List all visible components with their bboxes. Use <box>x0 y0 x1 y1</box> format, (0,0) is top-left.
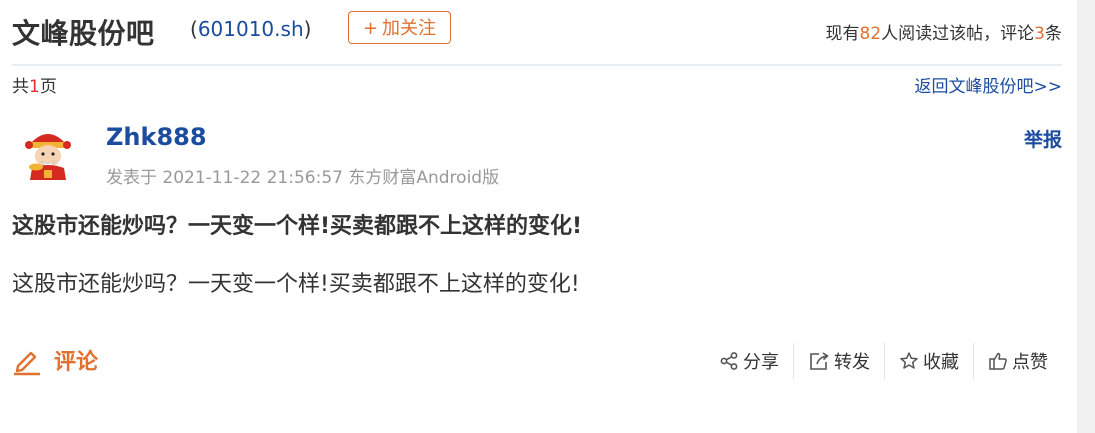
follow-button[interactable]: + 加关注 <box>348 11 451 44</box>
stats-suffix: 条 <box>1045 24 1062 44</box>
post-title: 这股市还能炒吗？一天变一个样!买卖都跟不上这样的变化! <box>12 214 583 239</box>
stats-prefix: 现有 <box>825 24 860 44</box>
comment-label: 评论 <box>54 350 99 375</box>
read-stats: 现有82人阅读过该帖，评论3条 <box>826 19 1062 44</box>
pages-suffix: 页 <box>39 77 57 97</box>
stock-code-value[interactable]: 601010.sh <box>198 17 304 41</box>
forward-icon <box>810 352 829 370</box>
report-button[interactable]: 举报 <box>1024 125 1062 152</box>
page-scrollbar[interactable] <box>1077 0 1095 433</box>
forward-label: 转发 <box>834 352 870 373</box>
page-count-info: 共1页 <box>12 72 57 97</box>
code-open-paren: ( <box>190 17 198 41</box>
stats-mid: 人阅读过该帖，评论 <box>881 24 1035 44</box>
share-icon <box>720 352 738 370</box>
plus-icon: + <box>362 18 379 39</box>
forward-button[interactable]: 转发 <box>793 343 884 379</box>
post-body: 这股市还能炒吗？一天变一个样!买卖都跟不上这样的变化! <box>12 272 580 297</box>
post-meta: 发表于 2021-11-22 21:56:57 东方财富Android版 <box>106 168 500 188</box>
code-close-paren: ) <box>303 17 312 41</box>
bar-title[interactable]: 文峰股份吧 <box>12 12 155 52</box>
favorite-button[interactable]: 收藏 <box>884 343 973 379</box>
page-count: 1 <box>29 77 40 97</box>
like-label: 点赞 <box>1012 352 1048 373</box>
post-actions: 分享 转发 收藏 点赞 <box>705 343 1062 379</box>
star-icon <box>900 352 918 369</box>
pages-prefix: 共 <box>12 77 29 97</box>
read-count: 82 <box>859 24 882 44</box>
back-to-bar-link[interactable]: 返回文峰股份吧>> <box>915 72 1063 97</box>
thumbs-up-icon <box>989 352 1007 370</box>
avatar[interactable] <box>22 122 74 182</box>
author-name[interactable]: Zhk888 <box>106 123 207 151</box>
pencil-icon <box>14 351 40 376</box>
post-header: 文峰股份吧 (601010.sh) + 加关注 现有82人阅读过该帖，评论3条 <box>12 0 1062 66</box>
share-button[interactable]: 分享 <box>705 343 793 379</box>
share-label: 分享 <box>743 352 779 373</box>
like-button[interactable]: 点赞 <box>973 343 1062 379</box>
comment-count: 3 <box>1034 24 1045 44</box>
follow-button-label: 加关注 <box>382 18 437 39</box>
stock-code[interactable]: (601010.sh) <box>190 17 311 41</box>
favorite-label: 收藏 <box>923 352 959 373</box>
page-info-row: 共1页 返回文峰股份吧>> <box>12 72 1063 97</box>
